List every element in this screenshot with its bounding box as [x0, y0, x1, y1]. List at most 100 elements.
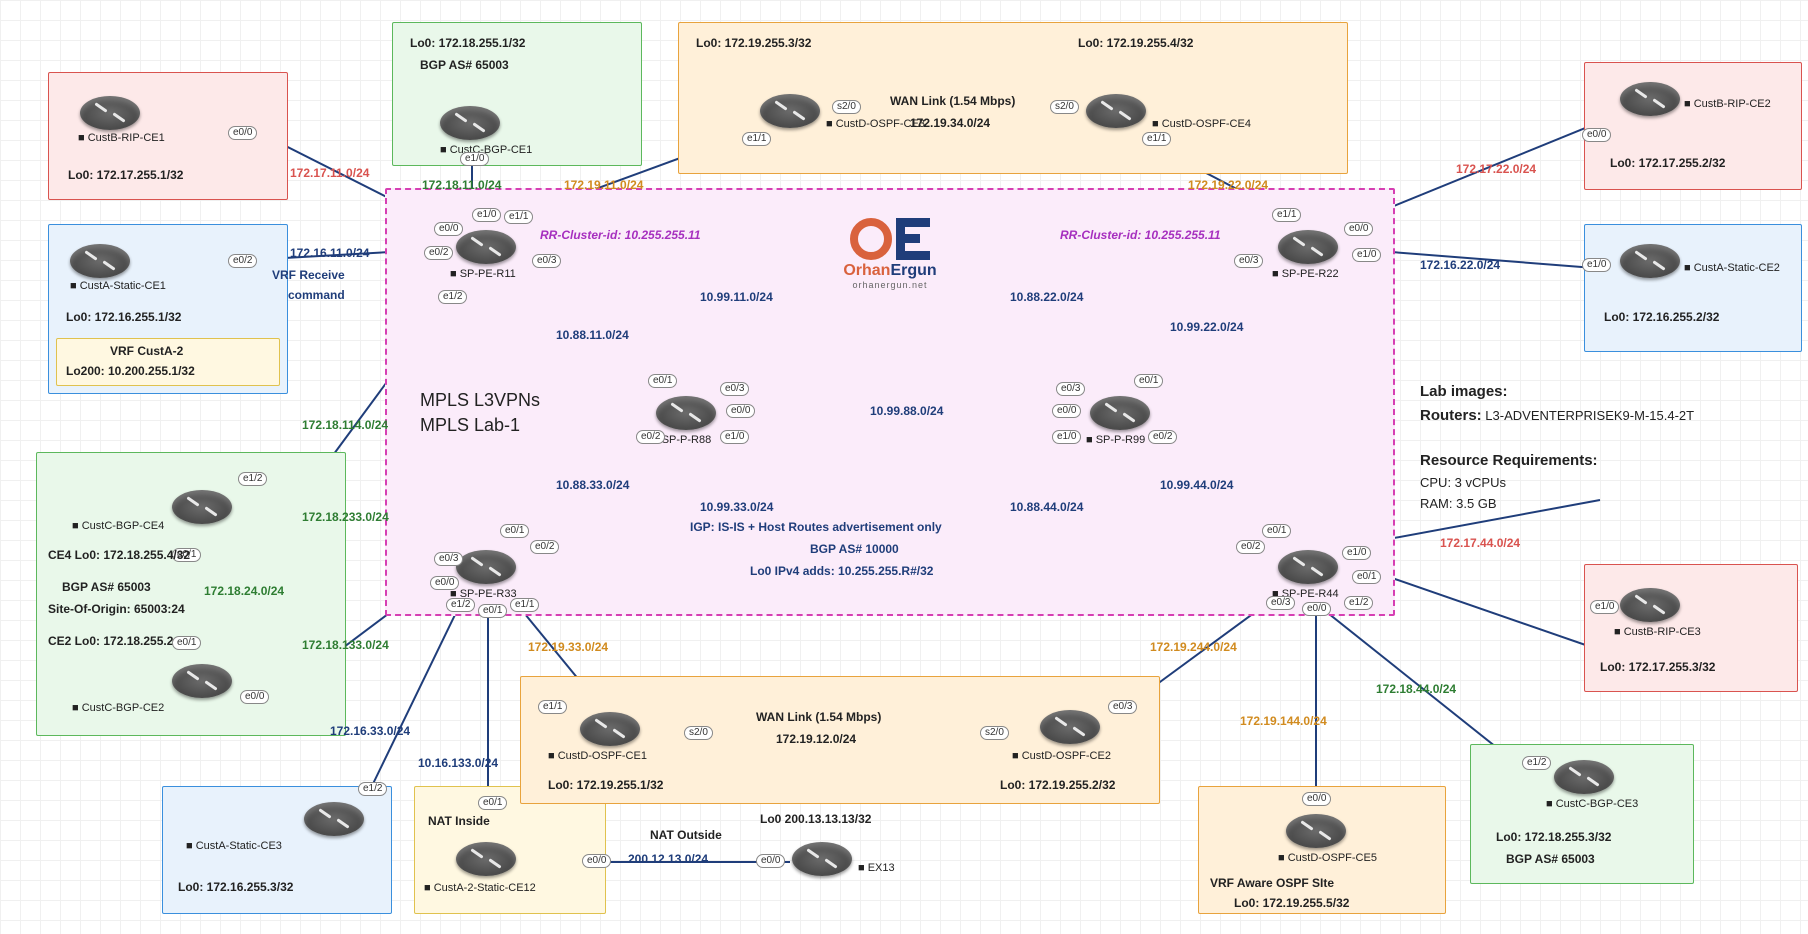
- edge-a11: 172.16.11.0/24: [290, 246, 369, 260]
- label-sp-p-r99: SP-P-R99: [1086, 434, 1145, 446]
- label-ex13: EX13: [858, 862, 895, 874]
- custd5-lo: Lo0: 172.19.255.5/32: [1234, 896, 1349, 910]
- if-r44-e00: e0/0: [1302, 602, 1331, 616]
- link-10-99-11: 10.99.11.0/24: [700, 290, 773, 304]
- router-custa-ce3[interactable]: [304, 802, 364, 836]
- edge-b22: 172.17.22.0/24: [1456, 162, 1536, 176]
- edge-d22: 172.19.22.0/24: [1188, 178, 1268, 192]
- edge-c133: 172.18.133.0/24: [302, 638, 389, 652]
- router-sp-pe-r44[interactable]: [1278, 550, 1338, 584]
- router-sp-p-r99[interactable]: [1090, 396, 1150, 430]
- if-cc4-e12: e1/2: [238, 472, 267, 486]
- if-r33-e03: e0/3: [434, 552, 463, 566]
- if-cd5-e00: e0/0: [1302, 792, 1331, 806]
- router-custb-ce2[interactable]: [1620, 82, 1680, 116]
- router-custc-ce4[interactable]: [172, 490, 232, 524]
- router-custd-ce4[interactable]: [1086, 94, 1146, 128]
- if-r99-e10: e1/0: [1052, 430, 1081, 444]
- router-sp-pe-r33[interactable]: [456, 550, 516, 584]
- router-nat-ce12[interactable]: [456, 842, 516, 876]
- if-cdb1-e11: e1/1: [538, 700, 567, 714]
- custc-ce1-as: BGP AS# 65003: [420, 58, 509, 72]
- label-custd-ce5: CustD-OSPF-CE5: [1278, 852, 1377, 864]
- label-sp-pe-r22: SP-PE-R22: [1272, 268, 1339, 280]
- cc3-as: BGP AS# 65003: [1506, 852, 1595, 866]
- if-ce4-e11: e1/1: [1142, 132, 1171, 146]
- if-r33-e01-t: e0/1: [500, 524, 529, 538]
- router-custd-ce5[interactable]: [1286, 814, 1346, 848]
- label-custb-ce1: CustB-RIP-CE1: [78, 132, 165, 144]
- igp-line3: Lo0 IPv4 adds: 10.255.255.R#/32: [750, 564, 933, 578]
- info-block: Lab images: Routers: L3-ADVENTERPRISEK9-…: [1420, 380, 1780, 514]
- router-ex13[interactable]: [792, 842, 852, 876]
- if-ca1-e02: e0/2: [228, 254, 257, 268]
- label-custc-ce2: CustC-BGP-CE2: [72, 702, 164, 714]
- router-custa-ce1[interactable]: [70, 244, 130, 278]
- if-ce4-s20: s2/0: [1050, 100, 1079, 114]
- if-r99-e02: e0/2: [1148, 430, 1177, 444]
- router-custb-ce3[interactable]: [1620, 588, 1680, 622]
- edge-d33: 172.19.33.0/24: [528, 640, 608, 654]
- nat-outside: NAT Outside: [650, 828, 722, 842]
- link-10-99-88: 10.99.88.0/24: [870, 404, 943, 418]
- if-cc2-e01: e0/1: [172, 636, 201, 650]
- cc-as: BGP AS# 65003: [62, 580, 151, 594]
- if-r99-e00: e0/0: [1052, 404, 1081, 418]
- if-ce1c-e10: e1/0: [460, 152, 489, 166]
- edge-c24: 172.18.24.0/24: [204, 584, 284, 598]
- router-custd-ce1[interactable]: [580, 712, 640, 746]
- if-r33-e12: e1/2: [446, 598, 475, 612]
- edge-d144: 172.19.144.0/24: [1240, 714, 1327, 728]
- cb2-lo: Lo0: 172.17.255.2/32: [1610, 156, 1725, 170]
- if-r99-e01: e0/1: [1134, 374, 1163, 388]
- router-custc-ce3[interactable]: [1554, 760, 1614, 794]
- edge-b44: 172.17.44.0/24: [1440, 536, 1520, 550]
- if-r44-e02-t: e0/2: [1236, 540, 1265, 554]
- if-cb3-e10: e1/0: [1590, 600, 1619, 614]
- custd-ce1-lo: Lo0: 172.19.255.1/32: [548, 778, 663, 792]
- igp-line2: BGP AS# 10000: [810, 542, 899, 556]
- label-custa-ce3: CustA-Static-CE3: [186, 840, 282, 852]
- if-nat-e01: e0/1: [478, 796, 507, 810]
- router-sp-p-r88[interactable]: [656, 396, 716, 430]
- custd-bot-wanip: 172.19.12.0/24: [776, 732, 856, 746]
- label-custc-ce3: CustC-BGP-CE3: [1546, 798, 1638, 810]
- label-sp-pe-r11: SP-PE-R11: [450, 268, 516, 280]
- router-sp-pe-r11[interactable]: [456, 230, 516, 264]
- custb-ce1-lo: Lo0: 172.17.255.1/32: [68, 168, 183, 182]
- router-custc-ce1[interactable]: [440, 106, 500, 140]
- if-r99-e03: e0/3: [1056, 382, 1085, 396]
- router-custc-ce2[interactable]: [172, 664, 232, 698]
- if-r88-e01-t: e0/1: [648, 374, 677, 388]
- router-custd-ce3[interactable]: [760, 94, 820, 128]
- if-ca3-e12: e1/2: [358, 782, 387, 796]
- router-sp-pe-r22[interactable]: [1278, 230, 1338, 264]
- if-r33-e11: e1/1: [510, 598, 539, 612]
- router-custa-ce2[interactable]: [1620, 244, 1680, 278]
- if-r11-e00: e0/0: [434, 222, 463, 236]
- edge-c44: 172.18.44.0/24: [1376, 682, 1456, 696]
- if-r11-e02: e0/2: [424, 246, 453, 260]
- custd-ce3-lo: Lo0: 172.19.255.3/32: [696, 36, 811, 50]
- link-10-88-44: 10.88.44.0/24: [1010, 500, 1083, 514]
- label-custd-ce1: CustD-OSPF-CE1: [548, 750, 647, 762]
- edge-d11: 172.19.11.0/24: [564, 178, 643, 192]
- if-r22-e11: e1/1: [1272, 208, 1301, 222]
- custc-ce1-lo: Lo0: 172.18.255.1/32: [410, 36, 525, 50]
- router-custd-ce2[interactable]: [1040, 710, 1100, 744]
- if-ce3-s20: s2/0: [832, 100, 861, 114]
- if-ex13-e00: e0/0: [756, 854, 785, 868]
- if-r22-e10: e1/0: [1352, 248, 1381, 262]
- label-custa-ce2: CustA-Static-CE2: [1684, 262, 1780, 274]
- edge-b11: 172.17.11.0/24: [290, 166, 369, 180]
- ex13-lo: Lo0 200.13.13.13/32: [760, 812, 871, 826]
- igp-line1: IGP: IS-IS + Host Routes advertisement o…: [690, 520, 942, 534]
- custa-vrf2: Lo200: 10.200.255.1/32: [66, 364, 195, 378]
- rr-cluster-right: RR-Cluster-id: 10.255.255.11: [1060, 228, 1221, 242]
- if-r88-e03: e0/3: [720, 382, 749, 396]
- orhanergun-logo: OrhanErgun orhanergun.net: [820, 218, 960, 290]
- custa-ce3-lo: Lo0: 172.16.255.3/32: [178, 880, 293, 894]
- custa-vrf1: VRF CustA-2: [110, 344, 183, 358]
- router-custb-ce1[interactable]: [80, 96, 140, 130]
- nat-link: 200.12.13.0/24: [628, 852, 708, 866]
